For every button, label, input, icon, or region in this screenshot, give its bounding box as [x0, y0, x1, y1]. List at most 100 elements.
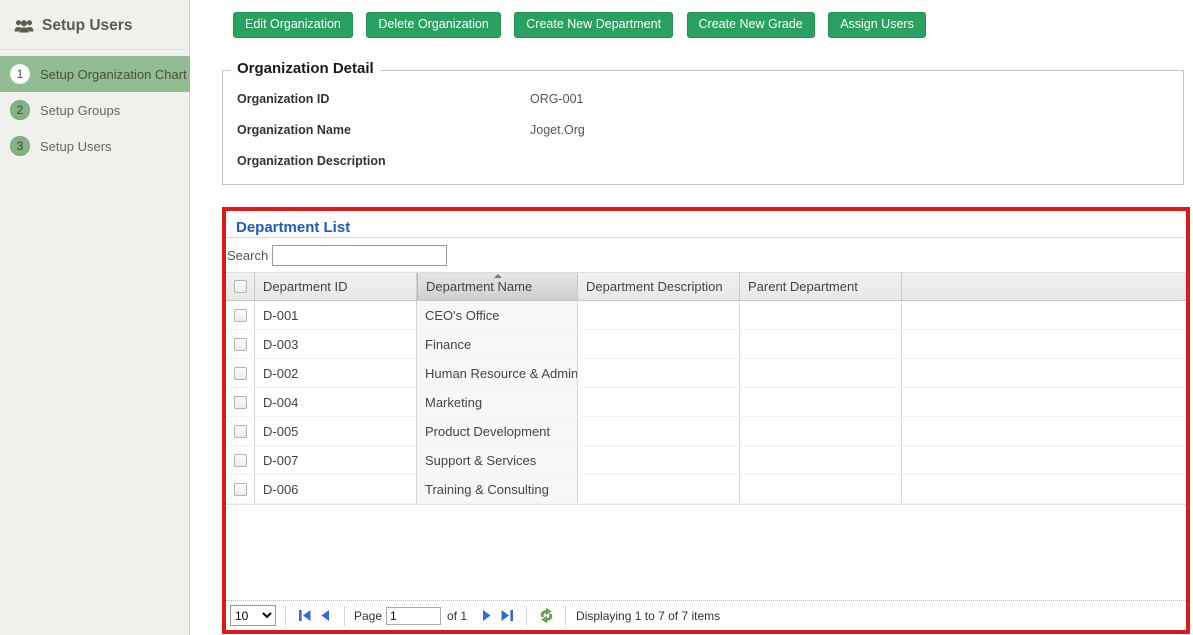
department-description-cell [578, 301, 740, 329]
department-id-cell: D-007 [255, 446, 417, 474]
pagination-status: Displaying 1 to 7 of 7 items [576, 609, 720, 623]
setup-steps: 1 Setup Organization Chart 2 Setup Group… [0, 56, 189, 164]
row-checkbox[interactable] [234, 367, 247, 380]
row-checkbox[interactable] [234, 309, 247, 322]
select-all-checkbox[interactable] [234, 280, 247, 293]
search-label: Search [227, 248, 268, 263]
parent-department-cell [740, 330, 902, 358]
department-name-cell: Human Resource & Admin [417, 359, 578, 387]
assign-users-button[interactable]: Assign Users [828, 12, 926, 38]
users-group-icon [14, 18, 34, 34]
organization-name-row: Organization Name Joget.Org [223, 114, 1183, 145]
divider [344, 606, 345, 626]
table-row[interactable]: D-004 Marketing [226, 388, 1186, 417]
department-id-cell: D-001 [255, 301, 417, 329]
department-id-cell: D-002 [255, 359, 417, 387]
page-size-select[interactable]: 10 [230, 605, 276, 626]
last-page-icon[interactable] [497, 606, 517, 626]
department-name-cell: Finance [417, 330, 578, 358]
toolbar: Edit Organization Delete Organization Cr… [233, 12, 935, 38]
table-row[interactable]: D-002 Human Resource & Admin [226, 359, 1186, 388]
sidebar-title: Setup Users [42, 17, 132, 35]
parent-department-cell [740, 388, 902, 416]
sidebar: Setup Users 1 Setup Organization Chart 2… [0, 0, 190, 635]
empty-cell [902, 417, 1186, 445]
page-label: Page [354, 609, 382, 623]
organization-detail-legend: Organization Detail [231, 60, 380, 77]
table-row[interactable]: D-007 Support & Services [226, 446, 1186, 475]
parent-department-cell [740, 475, 902, 503]
department-name-cell: Training & Consulting [417, 475, 578, 503]
empty-cell [902, 301, 1186, 329]
row-checkbox[interactable] [234, 483, 247, 496]
edit-organization-button[interactable]: Edit Organization [233, 12, 353, 38]
department-description-cell [578, 388, 740, 416]
page-number-input[interactable] [386, 607, 441, 625]
table-row[interactable]: D-001 CEO's Office [226, 301, 1186, 330]
parent-department-cell [740, 417, 902, 445]
sidebar-header: Setup Users [0, 0, 189, 50]
column-header-department-name[interactable]: Department Name [417, 273, 578, 300]
empty-cell [902, 475, 1186, 503]
first-page-icon[interactable] [295, 606, 315, 626]
table-row[interactable]: D-006 Training & Consulting [226, 475, 1186, 504]
select-all-cell [226, 273, 255, 300]
column-header-label: Department Name [426, 279, 532, 294]
pagination-bar: 10 Page of 1 [226, 600, 1186, 630]
sidebar-item-setup-users[interactable]: 3 Setup Users [0, 128, 189, 164]
sort-asc-icon [494, 274, 502, 278]
table-row[interactable]: D-005 Product Development [226, 417, 1186, 446]
create-new-department-button[interactable]: Create New Department [514, 12, 673, 38]
refresh-icon[interactable] [536, 606, 556, 626]
column-header-department-id[interactable]: Department ID [255, 273, 417, 300]
row-checkbox[interactable] [234, 338, 247, 351]
row-checkbox[interactable] [234, 425, 247, 438]
organization-detail-panel: Organization Detail Organization ID ORG-… [222, 70, 1184, 185]
divider [285, 606, 286, 626]
row-checkbox[interactable] [234, 396, 247, 409]
sidebar-item-label: Setup Organization Chart [40, 67, 187, 82]
delete-organization-button[interactable]: Delete Organization [366, 12, 500, 38]
department-list-panel: Department List Search Department ID Dep… [222, 207, 1190, 634]
empty-cell [902, 330, 1186, 358]
next-page-icon[interactable] [477, 606, 497, 626]
column-header-parent-department[interactable]: Parent Department [740, 273, 902, 300]
search-input[interactable] [272, 245, 447, 266]
row-checkbox[interactable] [234, 454, 247, 467]
table-header-row: Department ID Department Name Department… [226, 272, 1186, 301]
parent-department-cell [740, 446, 902, 474]
step-number-badge: 2 [10, 100, 30, 120]
empty-cell [902, 388, 1186, 416]
sidebar-item-setup-groups[interactable]: 2 Setup Groups [0, 92, 189, 128]
sidebar-item-setup-organization-chart[interactable]: 1 Setup Organization Chart [0, 56, 190, 92]
department-list-title: Department List [226, 211, 1186, 238]
step-number-badge: 1 [10, 64, 30, 84]
department-id-cell: D-004 [255, 388, 417, 416]
parent-department-cell [740, 359, 902, 387]
create-new-grade-button[interactable]: Create New Grade [687, 12, 815, 38]
column-header-department-description[interactable]: Department Description [578, 273, 740, 300]
prev-page-icon[interactable] [315, 606, 335, 626]
table-row[interactable]: D-003 Finance [226, 330, 1186, 359]
organization-id-label: Organization ID [237, 92, 530, 106]
organization-name-value: Joget.Org [530, 123, 585, 137]
step-number-badge: 3 [10, 136, 30, 156]
empty-cell [902, 359, 1186, 387]
table-body: D-001 CEO's Office D-003 Finance D-002 H… [226, 301, 1186, 505]
organization-description-row: Organization Description [223, 145, 1183, 176]
department-description-cell [578, 417, 740, 445]
parent-department-cell [740, 301, 902, 329]
department-id-cell: D-005 [255, 417, 417, 445]
organization-id-value: ORG-001 [530, 92, 584, 106]
empty-cell [902, 446, 1186, 474]
organization-id-row: Organization ID ORG-001 [223, 83, 1183, 114]
department-description-cell [578, 475, 740, 503]
page-of-label: of 1 [447, 609, 467, 623]
department-id-cell: D-006 [255, 475, 417, 503]
department-name-cell: Product Development [417, 417, 578, 445]
column-header-empty [902, 273, 1186, 300]
organization-description-label: Organization Description [237, 154, 530, 168]
sidebar-item-label: Setup Groups [40, 103, 120, 118]
department-name-cell: Marketing [417, 388, 578, 416]
divider [565, 606, 566, 626]
